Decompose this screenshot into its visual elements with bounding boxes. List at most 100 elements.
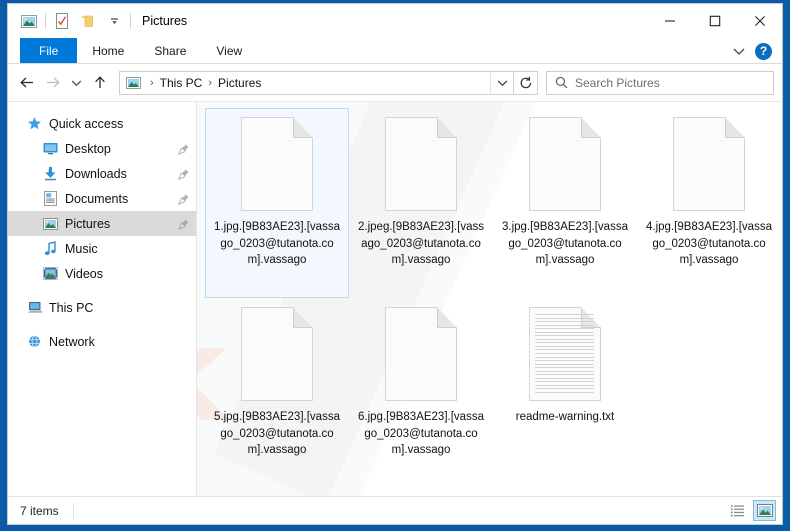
toolbar-divider-2 [130,13,131,29]
help-button[interactable]: ? [755,42,772,60]
sidebar-item-desktop[interactable]: Desktop [8,136,196,161]
sidebar-item-label: Quick access [49,116,124,131]
pictures-icon [120,76,146,89]
this-pc-icon [26,299,43,316]
breadcrumb-separator: › [150,76,154,89]
refresh-icon[interactable] [514,70,538,95]
pin-icon[interactable] [178,143,190,155]
breadcrumb-separator: › [208,76,213,89]
pictures-icon [42,215,59,232]
pictures-icon [16,8,42,34]
file-name: 4.jpg.[9B83AE23].[vassago_0203@tutanota.… [646,221,772,266]
sidebar-item-label: Desktop [65,141,111,156]
star-icon [26,115,43,132]
file-item[interactable]: 5.jpg.[9B83AE23].[vassago_0203@tutanota.… [205,298,349,488]
up-arrow-icon[interactable] [87,70,113,96]
search-placeholder: Search Pictures [575,75,660,90]
blank-file-icon [673,117,745,211]
desktop-icon [42,140,59,157]
documents-icon [42,190,59,207]
breadcrumb-pictures[interactable]: Pictures [216,76,263,90]
sidebar-item-label: Pictures [65,216,111,231]
window-title: Pictures [142,14,188,28]
back-arrow-icon[interactable] [14,70,40,96]
file-name: 2.jpeg.[9B83AE23].[vassago_0203@tutanota… [358,221,484,266]
music-icon [42,240,59,257]
item-count-label: 7 items [20,503,59,518]
file-name: 6.jpg.[9B83AE23].[vassago_0203@tutanota.… [358,411,484,456]
blank-file-icon [241,117,313,211]
quick-access-toolbar [16,8,134,34]
pin-icon[interactable] [178,218,190,230]
breadcrumb-this-pc[interactable]: This PC [158,76,205,90]
large-icons-view-button[interactable] [753,500,776,521]
sidebar-item-pictures[interactable]: Pictures [8,211,196,236]
maximize-icon[interactable] [692,4,737,38]
search-input[interactable]: Search Pictures [546,70,774,95]
new-folder-icon[interactable] [75,8,101,34]
navigation-pane: Quick access Desktop Downloads Documents… [8,102,197,496]
explorer-body: risk Quick access Desktop [8,102,782,496]
customize-qat-chevron-icon[interactable] [101,8,127,34]
sidebar-item-documents[interactable]: Documents [8,186,196,211]
blank-file-icon [529,117,601,211]
sidebar-item-label: Documents [65,191,129,206]
file-name: 3.jpg.[9B83AE23].[vassago_0203@tutanota.… [502,221,628,266]
sidebar-item-label: This PC [49,300,94,315]
blank-file-icon [241,307,313,401]
file-item[interactable]: 4.jpg.[9B83AE23].[vassago_0203@tutanota.… [637,108,781,298]
file-item[interactable]: 6.jpg.[9B83AE23].[vassago_0203@tutanota.… [349,298,493,488]
file-list-pane[interactable]: 1.jpg.[9B83AE23].[vassago_0203@tutanota.… [197,102,782,496]
file-item[interactable]: readme-warning.txt [493,298,637,488]
sidebar-item-label: Network [49,334,95,349]
window-controls [647,4,782,38]
pin-icon[interactable] [178,193,190,205]
downloads-icon [42,165,59,182]
file-item[interactable]: 2.jpeg.[9B83AE23].[vassago_0203@tutanota… [349,108,493,298]
blank-file-icon [385,117,457,211]
tab-file[interactable]: File [20,38,78,63]
pin-icon[interactable] [178,168,190,180]
status-divider [72,502,74,519]
view-mode-buttons [726,500,776,521]
ribbon-tab-bar: File Home Share View ? [8,38,782,64]
text-file-icon [529,307,601,401]
file-name: 5.jpg.[9B83AE23].[vassago_0203@tutanota.… [214,411,340,456]
address-dropdown-chevron-icon[interactable] [490,71,513,94]
toolbar-divider-1 [45,13,46,29]
tab-view[interactable]: View [201,38,257,63]
details-view-button[interactable] [726,500,749,521]
chevron-down-icon[interactable] [727,47,751,56]
minimize-icon[interactable] [647,4,692,38]
address-bar[interactable]: › This PC › Pictures [119,70,514,95]
ribbon-controls: ? [727,38,778,64]
sidebar-item-quick-access[interactable]: Quick access [8,111,196,136]
tab-share[interactable]: Share [139,38,201,63]
file-item[interactable]: 3.jpg.[9B83AE23].[vassago_0203@tutanota.… [493,108,637,298]
search-icon [555,76,568,89]
network-icon [26,333,43,350]
properties-icon[interactable] [49,8,75,34]
close-icon[interactable] [737,4,782,38]
file-explorer-window: Pictures File Home Share View ? › This P… [8,4,782,524]
file-name: 1.jpg.[9B83AE23].[vassago_0203@tutanota.… [214,221,340,266]
sidebar-item-label: Music [65,241,98,256]
sidebar-item-videos[interactable]: Videos [8,261,196,286]
sidebar-item-downloads[interactable]: Downloads [8,161,196,186]
file-name: readme-warning.txt [515,411,615,423]
sidebar-item-label: Downloads [65,166,127,181]
file-item[interactable]: 1.jpg.[9B83AE23].[vassago_0203@tutanota.… [205,108,349,298]
tab-home[interactable]: Home [77,38,139,63]
recent-locations-chevron-icon[interactable] [66,70,87,96]
blank-file-icon [385,307,457,401]
videos-icon [42,265,59,282]
sidebar-item-network[interactable]: Network [8,329,196,354]
navigation-bar: › This PC › Pictures Search Pictures [8,64,782,102]
title-bar: Pictures [8,4,782,38]
sidebar-item-music[interactable]: Music [8,236,196,261]
sidebar-item-this-pc[interactable]: This PC [8,295,196,320]
forward-arrow-icon[interactable] [40,70,66,96]
status-bar: 7 items [8,496,782,524]
